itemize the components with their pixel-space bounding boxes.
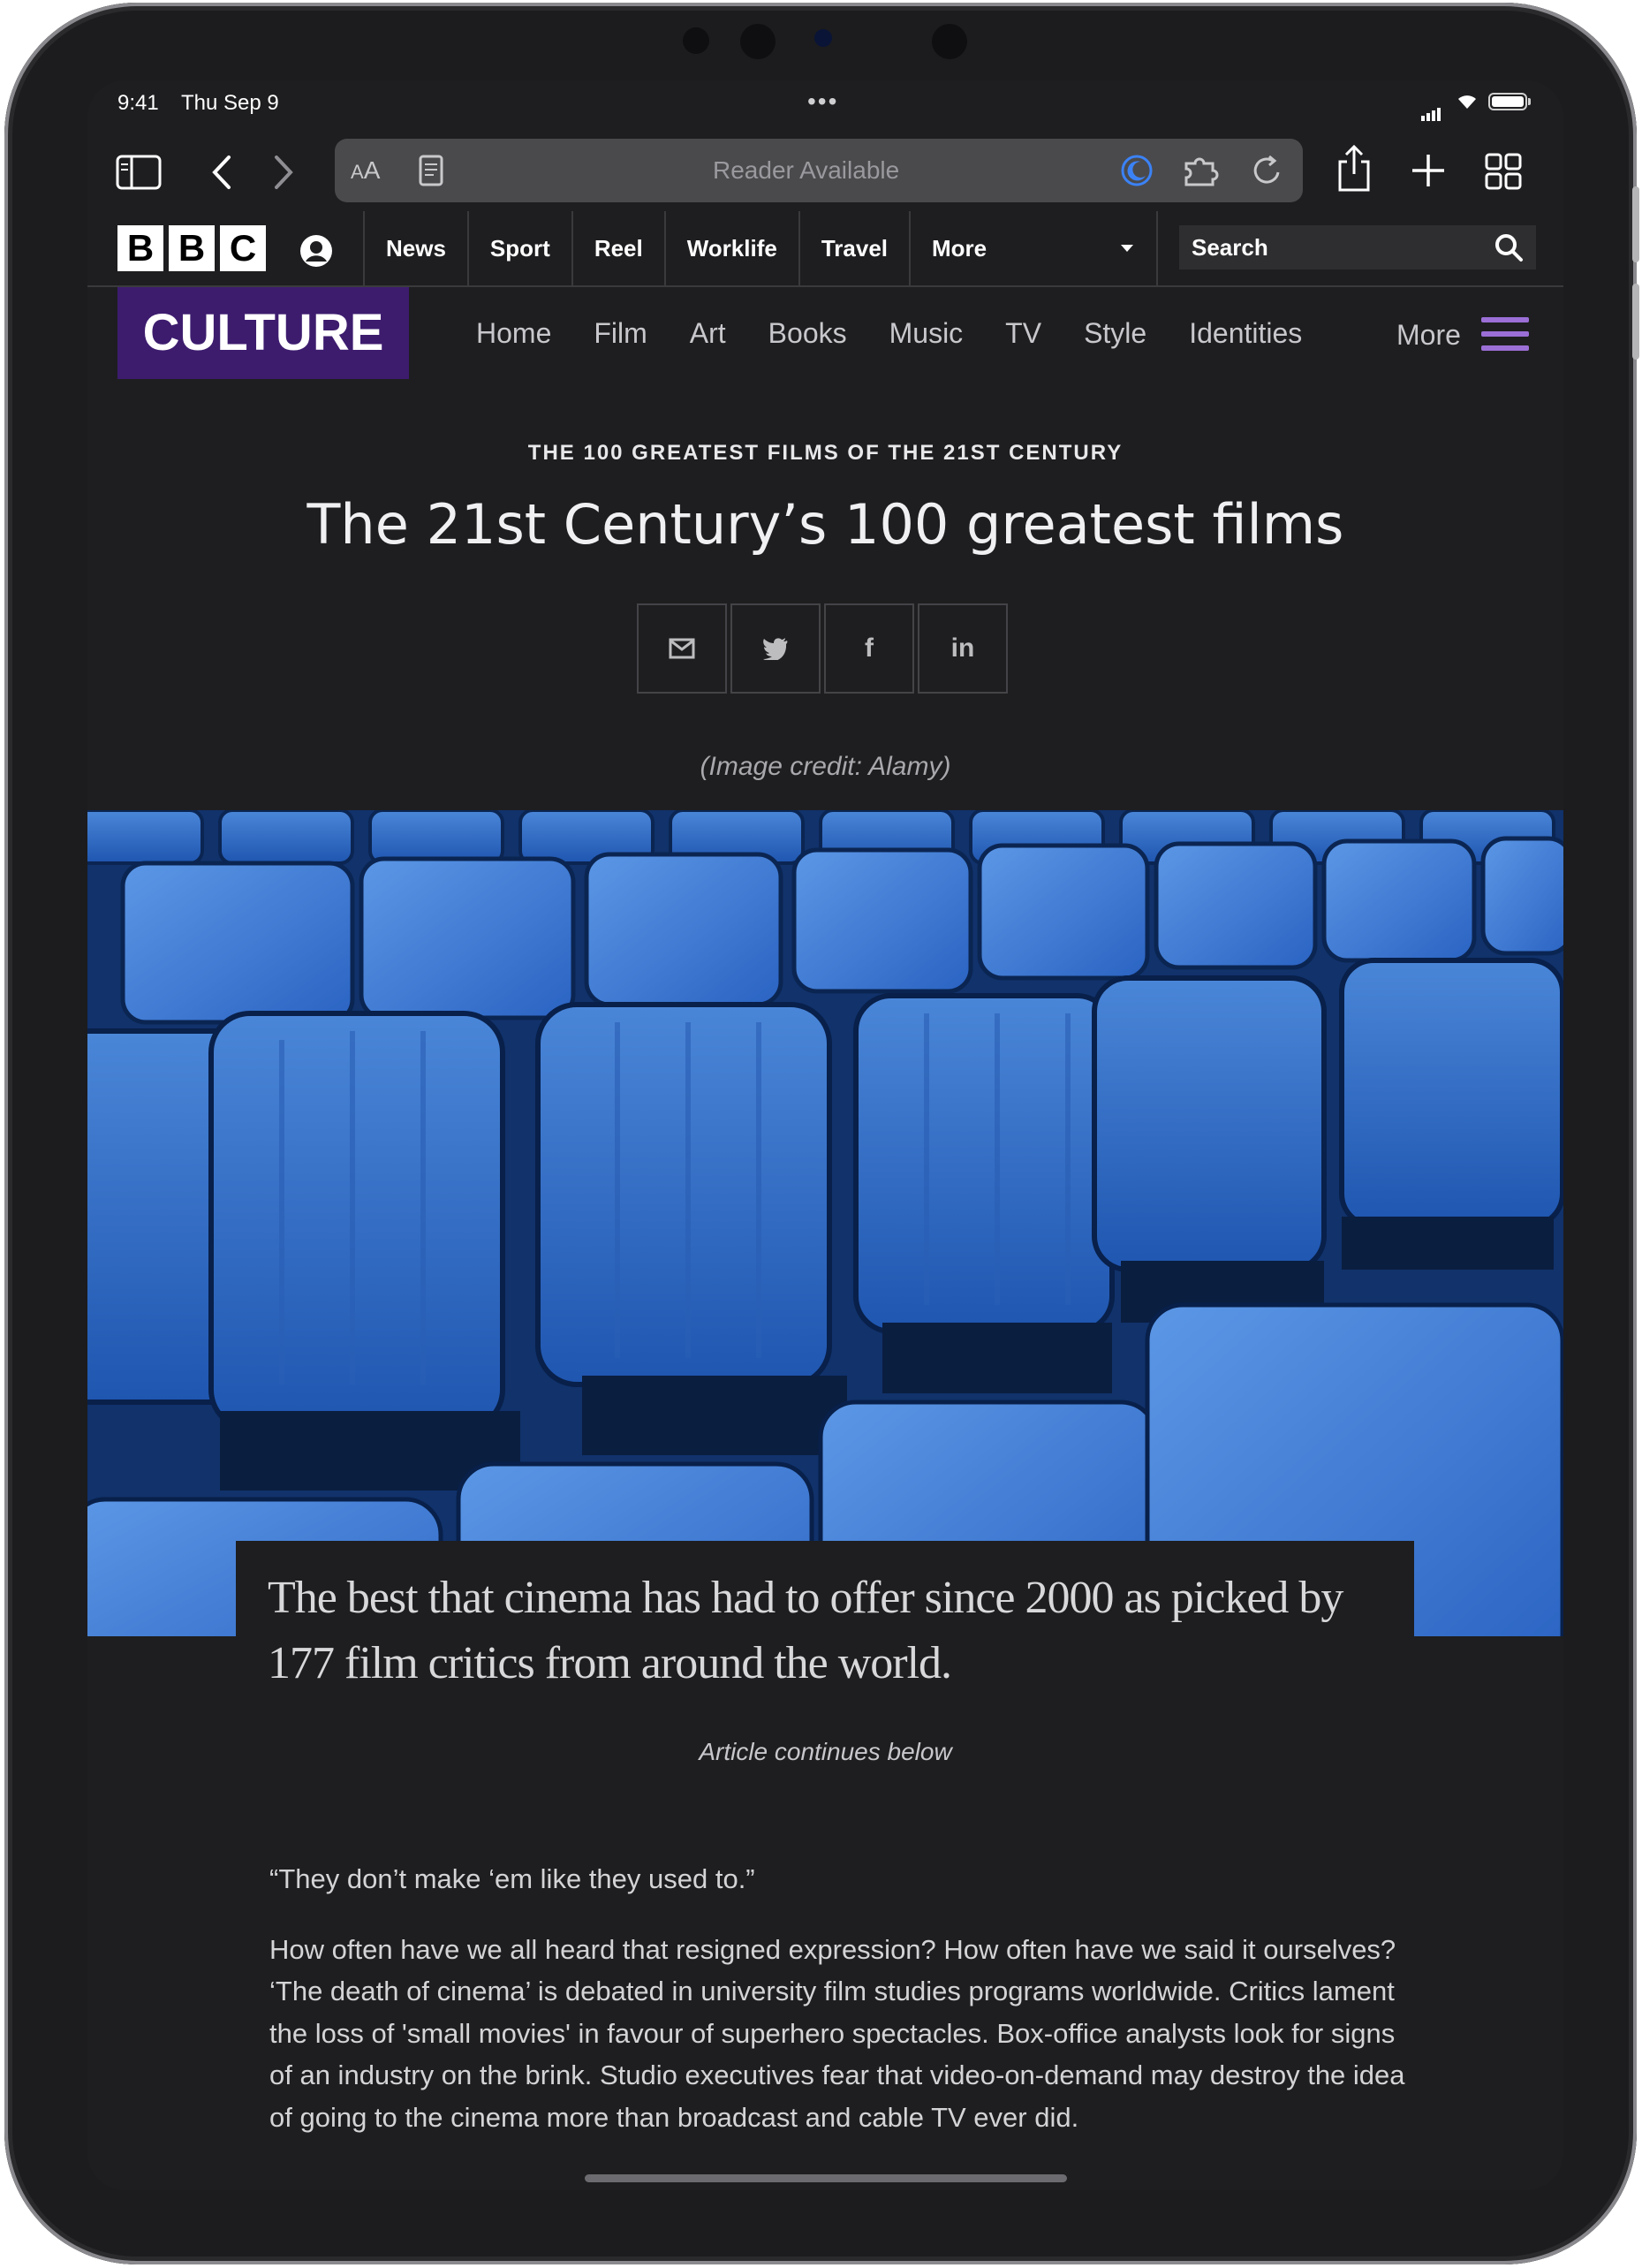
status-bar: 9:41 Thu Sep 9 ••• (87, 80, 1563, 133)
bbc-nav-reel[interactable]: Reel (571, 211, 664, 285)
text-size-small-label: A (351, 161, 364, 183)
bbc-logo-block: C (220, 225, 266, 271)
article-body: “They don’t make ‘em like they used to.”… (269, 1858, 1409, 2166)
share-facebook-button[interactable]: f (824, 603, 914, 694)
culture-nav-tv[interactable]: TV (1005, 317, 1041, 350)
article-kicker[interactable]: THE 100 GREATEST FILMS OF THE 21ST CENTU… (87, 441, 1563, 466)
forward-chevron-icon[interactable] (271, 155, 296, 190)
front-camera-icon (683, 27, 709, 54)
culture-logo[interactable]: CULTURE (117, 287, 409, 379)
address-bar[interactable]: AA Reader Available (335, 139, 1303, 202)
sidebar-icon[interactable] (116, 155, 162, 190)
hamburger-menu-icon[interactable] (1481, 317, 1529, 360)
reload-icon[interactable] (1250, 153, 1285, 188)
bbc-nav-more[interactable]: More (909, 211, 1159, 285)
standfirst-text: The best that cinema has had to offer si… (268, 1573, 1343, 1688)
reader-mode-icon[interactable] (418, 155, 444, 186)
status-time: 9:41 (117, 91, 159, 115)
address-text: Reader Available (713, 156, 900, 184)
safari-toolbar: AA Reader Available (87, 132, 1563, 211)
text-size-large-label: A (363, 156, 381, 184)
bbc-nav: News Sport Reel Worklife Travel More (363, 211, 1159, 285)
screen: 9:41 Thu Sep 9 ••• AA Reader Available B… (87, 80, 1563, 2190)
facebook-icon: f (865, 633, 874, 663)
volume-button (1632, 186, 1639, 262)
bbc-nav-travel[interactable]: Travel (798, 211, 909, 285)
dark-mode-extension-icon[interactable] (1119, 153, 1154, 188)
share-linkedin-button[interactable]: in (918, 603, 1008, 694)
front-camera-icon (814, 29, 832, 47)
search-input[interactable]: Search (1179, 225, 1536, 269)
linkedin-icon: in (950, 633, 975, 663)
bbc-nav-news[interactable]: News (363, 211, 467, 285)
share-twitter-button[interactable] (730, 603, 821, 694)
bbc-masthead: BBC News Sport Reel Worklife Travel More… (87, 211, 1563, 287)
culture-header: CULTURE Home Film Art Books Music TV Sty… (87, 285, 1563, 391)
email-icon (669, 638, 695, 659)
hero-image-cinema-seats (87, 810, 1563, 1636)
share-icon[interactable] (1335, 144, 1373, 193)
ipad-frame: 9:41 Thu Sep 9 ••• AA Reader Available B… (4, 3, 1639, 2264)
extensions-puzzle-icon[interactable] (1181, 153, 1223, 188)
bbc-nav-more-label: More (932, 235, 987, 262)
culture-nav-books[interactable]: Books (768, 317, 847, 350)
culture-nav-style[interactable]: Style (1084, 317, 1146, 350)
front-camera-icon (932, 24, 967, 59)
search-placeholder: Search (1192, 234, 1268, 261)
bbc-logo[interactable]: BBC (117, 225, 271, 271)
twitter-icon (763, 638, 788, 660)
tab-overview-icon[interactable] (1485, 153, 1522, 190)
image-credit: (Image credit: Alamy) (700, 752, 951, 781)
culture-nav-film[interactable]: Film (594, 317, 647, 350)
status-date: Thu Sep 9 (181, 91, 279, 115)
bbc-logo-block: B (169, 225, 215, 271)
back-chevron-icon[interactable] (209, 155, 234, 190)
multitasking-dots-icon[interactable]: ••• (807, 87, 838, 116)
article-standfirst: The best that cinema has had to offer si… (236, 1541, 1414, 1753)
article-continues-note: Article continues below (699, 1738, 952, 1765)
text-size-button[interactable]: AA (351, 156, 380, 185)
cellular-signal-icon (1421, 96, 1442, 121)
culture-nav-identities[interactable]: Identities (1189, 317, 1302, 350)
battery-cap (1528, 98, 1531, 105)
culture-nav-home[interactable]: Home (476, 317, 551, 350)
share-buttons: f in (637, 603, 1011, 694)
home-indicator[interactable] (585, 2174, 1067, 2182)
battery-icon (1488, 93, 1527, 110)
article-paragraph: “They don’t make ‘em like they used to.” (269, 1863, 755, 1894)
culture-nav-art[interactable]: Art (690, 317, 726, 350)
new-tab-icon[interactable] (1411, 153, 1446, 188)
wifi-icon (1458, 95, 1476, 109)
chevron-down-icon (1121, 245, 1134, 252)
volume-button (1632, 284, 1639, 360)
culture-nav: Home Film Art Books Music TV Style Ident… (476, 317, 1344, 350)
share-email-button[interactable] (637, 603, 727, 694)
article-headline: The 21st Century’s 100 greatest films (306, 492, 1344, 557)
front-camera-icon (740, 24, 776, 59)
account-icon[interactable] (299, 234, 333, 268)
bbc-nav-worklife[interactable]: Worklife (663, 211, 798, 285)
culture-nav-music[interactable]: Music (889, 317, 964, 350)
search-icon[interactable] (1494, 232, 1524, 262)
article-paragraph: How often have we all heard that resigne… (269, 1933, 1405, 2133)
bbc-logo-block: B (117, 225, 163, 271)
culture-more-label[interactable]: More (1396, 319, 1461, 352)
bbc-nav-sport[interactable]: Sport (466, 211, 571, 285)
